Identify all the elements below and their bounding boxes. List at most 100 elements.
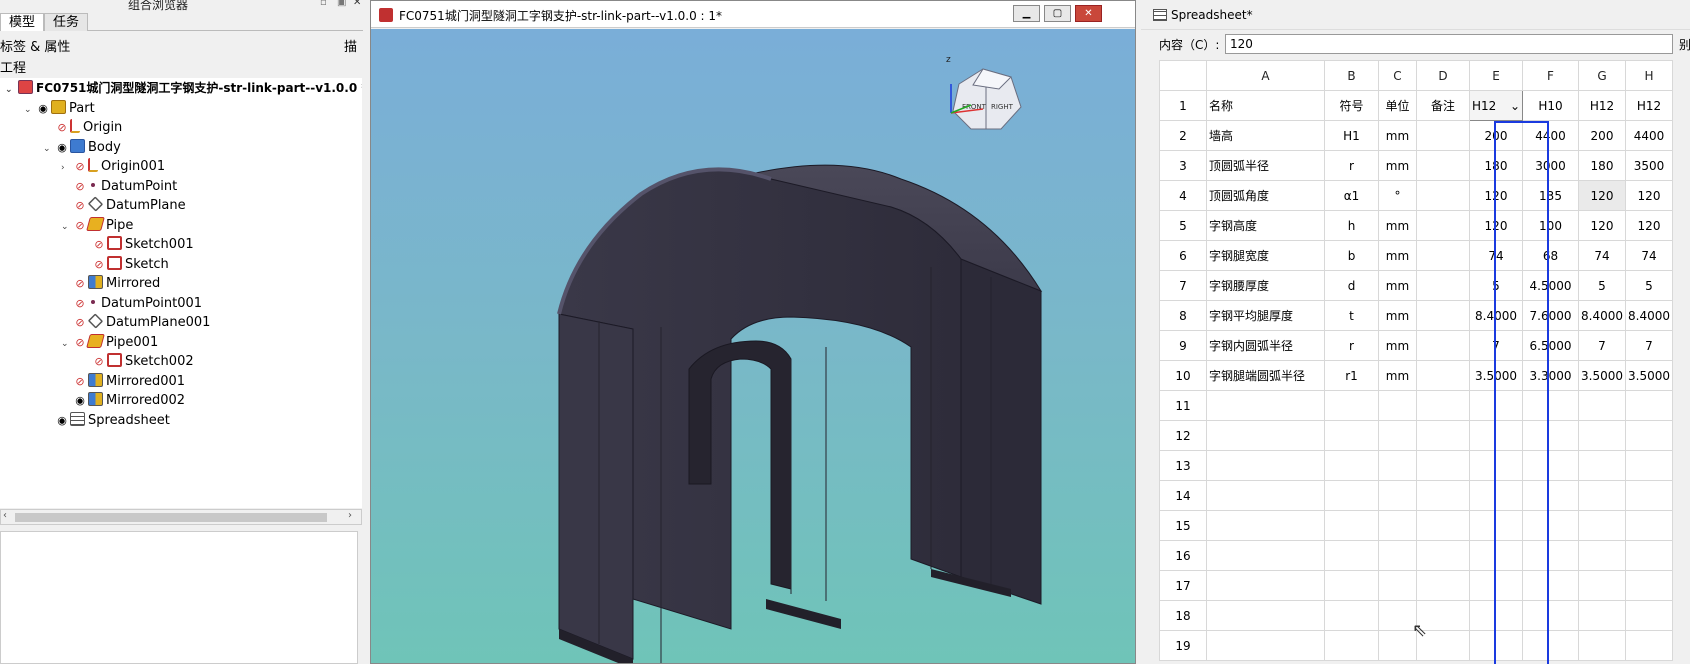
cell-d8[interactable]	[1416, 300, 1470, 331]
cell-c14[interactable]	[1378, 480, 1417, 511]
restore-icon[interactable]: ▣	[337, 0, 346, 8]
cell-g9[interactable]: 7	[1578, 330, 1626, 361]
cell-e10[interactable]: 3.5000	[1469, 360, 1523, 391]
row-header[interactable]: 8	[1159, 300, 1207, 331]
row-header[interactable]: 6	[1159, 240, 1207, 271]
grid-corner[interactable]	[1159, 60, 1207, 91]
eye-hidden-icon[interactable]: ⊘	[55, 117, 69, 138]
cell-c4[interactable]: °	[1378, 180, 1417, 211]
cell-a11[interactable]	[1206, 390, 1325, 421]
cell-b13[interactable]	[1324, 450, 1379, 481]
cell-a7[interactable]: 字钢腰厚度	[1206, 270, 1325, 301]
cell-e2[interactable]: 200	[1469, 120, 1523, 151]
cell-c15[interactable]	[1378, 510, 1417, 541]
cell-h11[interactable]	[1625, 390, 1673, 421]
cell-h7[interactable]: 5	[1625, 270, 1673, 301]
tree-item[interactable]: ⊘ Origin	[43, 117, 122, 138]
eye-hidden-icon[interactable]: ⊘	[92, 351, 106, 372]
cell-e19[interactable]	[1469, 630, 1523, 661]
cell-d14[interactable]	[1416, 480, 1470, 511]
cell-h18[interactable]	[1625, 600, 1673, 631]
row-header[interactable]: 16	[1159, 540, 1207, 571]
eye-hidden-icon[interactable]: ⊘	[73, 195, 87, 216]
tree-item[interactable]: ⊘ Sketch	[80, 254, 169, 275]
cell-e18[interactable]	[1469, 600, 1523, 631]
row-header[interactable]: 2	[1159, 120, 1207, 151]
column-header-b[interactable]: B	[1324, 60, 1379, 91]
eye-hidden-icon[interactable]: ⊘	[73, 176, 87, 197]
cell-f8[interactable]: 7.6000	[1522, 300, 1579, 331]
chevron-down-icon[interactable]: ⌄	[5, 80, 17, 101]
row-header[interactable]: 7	[1159, 270, 1207, 301]
cell-b17[interactable]	[1324, 570, 1379, 601]
row-header[interactable]: 1	[1159, 90, 1207, 121]
close-icon[interactable]: ✕	[353, 0, 361, 8]
cell-a9[interactable]: 字钢内圆弧半径	[1206, 330, 1325, 361]
column-header-a[interactable]: A	[1206, 60, 1325, 91]
cell-g1[interactable]: H12	[1578, 90, 1626, 121]
cell-b5[interactable]: h	[1324, 210, 1379, 241]
cell-d12[interactable]	[1416, 420, 1470, 451]
navigation-cube[interactable]: FRONT RIGHT z	[946, 55, 1022, 130]
cell-c10[interactable]: mm	[1378, 360, 1417, 391]
cell-d2[interactable]	[1416, 120, 1470, 151]
cell-e15[interactable]	[1469, 510, 1523, 541]
cell-g19[interactable]	[1578, 630, 1626, 661]
cell-f3[interactable]: 3000	[1522, 150, 1579, 181]
cell-h12[interactable]	[1625, 420, 1673, 451]
row-header[interactable]: 5	[1159, 210, 1207, 241]
eye-icon[interactable]: ◉	[36, 98, 50, 119]
eye-hidden-icon[interactable]: ⊘	[73, 332, 87, 353]
cell-b18[interactable]	[1324, 600, 1379, 631]
cell-c18[interactable]	[1378, 600, 1417, 631]
cell-d6[interactable]	[1416, 240, 1470, 271]
tree-item[interactable]: ⌄ ⊘ Pipe001	[61, 332, 158, 353]
scroll-right-icon[interactable]: ›	[348, 510, 352, 521]
cell-d15[interactable]	[1416, 510, 1470, 541]
cell-f7[interactable]: 4.5000	[1522, 270, 1579, 301]
cell-a1[interactable]: 名称	[1206, 90, 1325, 121]
tree-horizontal-scrollbar[interactable]: ‹ ›	[0, 509, 362, 525]
cell-g13[interactable]	[1578, 450, 1626, 481]
row-header[interactable]: 12	[1159, 420, 1207, 451]
column-header-c[interactable]: C	[1378, 60, 1417, 91]
cell-f1[interactable]: H10	[1522, 90, 1579, 121]
cell-d3[interactable]	[1416, 150, 1470, 181]
cell-c11[interactable]	[1378, 390, 1417, 421]
cell-f12[interactable]	[1522, 420, 1579, 451]
cell-g14[interactable]	[1578, 480, 1626, 511]
cell-f13[interactable]	[1522, 450, 1579, 481]
cell-f9[interactable]: 6.5000	[1522, 330, 1579, 361]
scrollbar-thumb[interactable]	[15, 513, 327, 522]
cell-c1[interactable]: 单位	[1378, 90, 1417, 121]
scroll-left-icon[interactable]: ‹	[3, 510, 7, 521]
cell-c16[interactable]	[1378, 540, 1417, 571]
cell-b6[interactable]: b	[1324, 240, 1379, 271]
cell-f14[interactable]	[1522, 480, 1579, 511]
cell-a18[interactable]	[1206, 600, 1325, 631]
cell-g4[interactable]: 120	[1578, 180, 1626, 211]
cell-f5[interactable]: 100	[1522, 210, 1579, 241]
eye-icon[interactable]: ◉	[55, 410, 69, 431]
cell-h10[interactable]: 3.5000	[1625, 360, 1673, 391]
cell-f11[interactable]	[1522, 390, 1579, 421]
cell-b3[interactable]: r	[1324, 150, 1379, 181]
cell-h9[interactable]: 7	[1625, 330, 1673, 361]
eye-hidden-icon[interactable]: ⊘	[73, 215, 87, 236]
eye-hidden-icon[interactable]: ⊘	[92, 234, 106, 255]
cell-d13[interactable]	[1416, 450, 1470, 481]
cell-d4[interactable]	[1416, 180, 1470, 211]
cell-a14[interactable]	[1206, 480, 1325, 511]
tab-model[interactable]: 模型	[0, 13, 45, 31]
tree-item[interactable]: ⌄ ◉ Part	[24, 98, 95, 119]
cell-f19[interactable]	[1522, 630, 1579, 661]
cell-d17[interactable]	[1416, 570, 1470, 601]
row-header[interactable]: 17	[1159, 570, 1207, 601]
cell-b16[interactable]	[1324, 540, 1379, 571]
cell-h1[interactable]: H12	[1625, 90, 1673, 121]
cell-g10[interactable]: 3.5000	[1578, 360, 1626, 391]
cell-e6[interactable]: 74	[1469, 240, 1523, 271]
column-header-d[interactable]: D	[1416, 60, 1470, 91]
tab-tasks[interactable]: 任务	[44, 13, 89, 31]
cell-e4[interactable]: 120	[1469, 180, 1523, 211]
